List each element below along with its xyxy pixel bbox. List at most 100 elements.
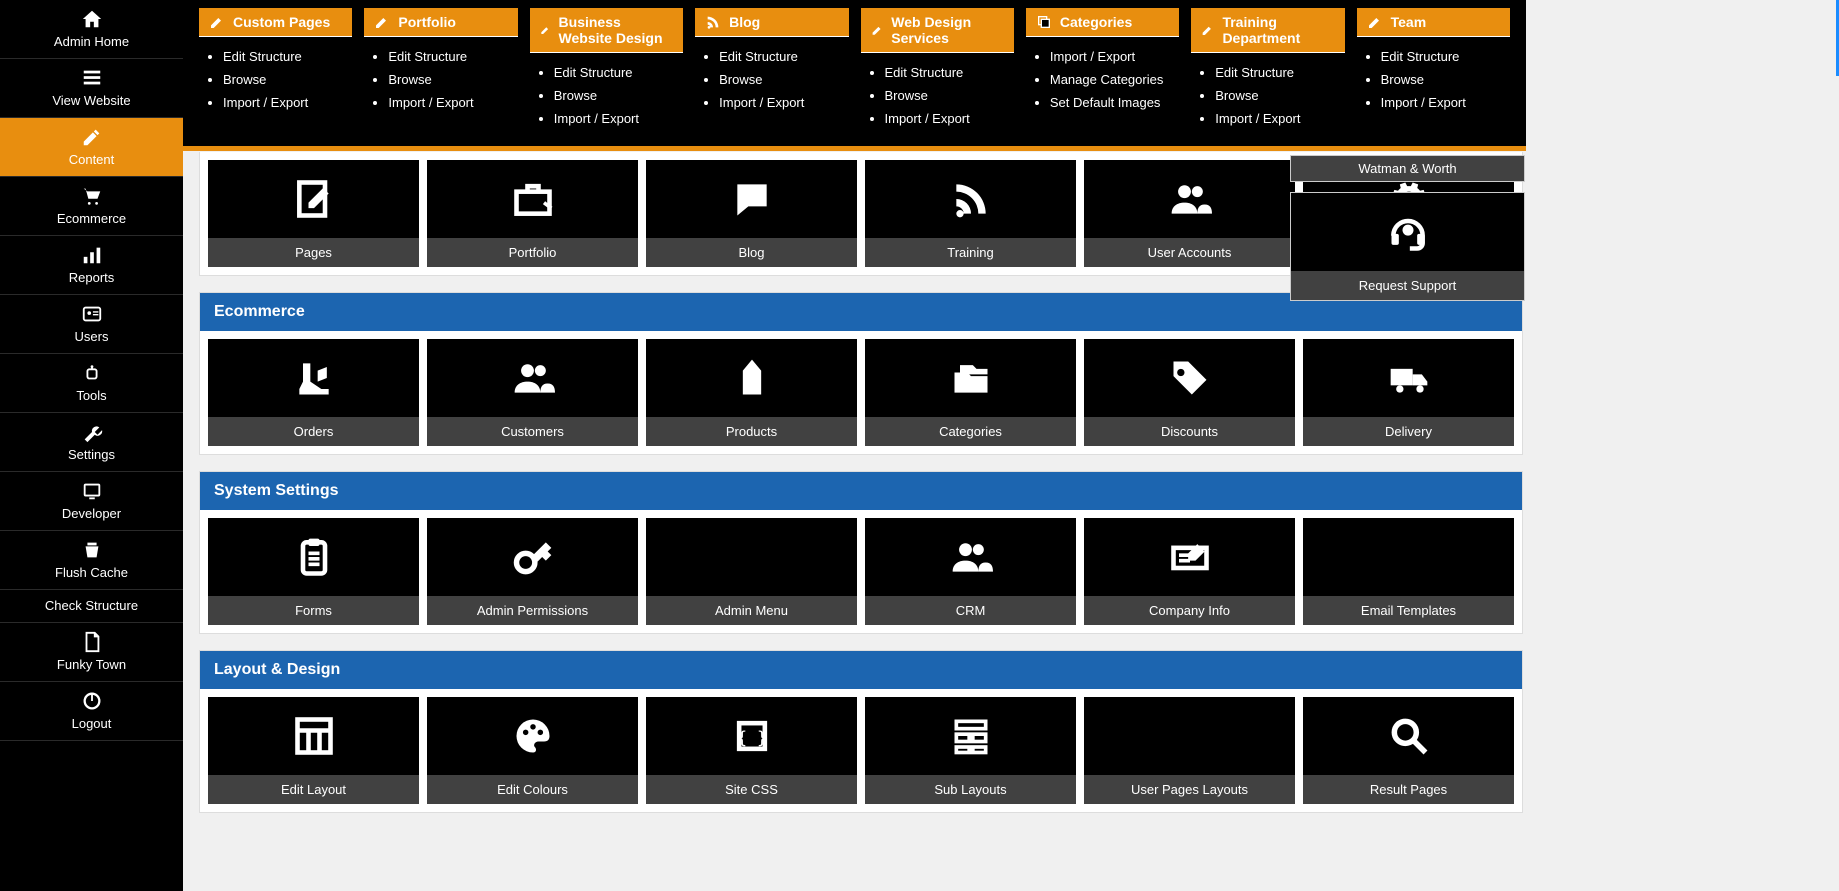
dropdown-link[interactable]: Edit Structure: [885, 61, 1014, 84]
tile-discounts[interactable]: Discounts: [1084, 339, 1295, 446]
tile-label: Discounts: [1084, 417, 1295, 446]
sidebar-item-label: View Website: [52, 93, 130, 108]
tile-label: Training: [865, 238, 1076, 267]
dropdown-link[interactable]: Edit Structure: [719, 45, 848, 68]
tile-email-templates[interactable]: Email Templates: [1303, 518, 1514, 625]
company-card[interactable]: Watman & Worth: [1290, 155, 1525, 182]
sidebar-item-view-website[interactable]: View Website: [0, 59, 183, 118]
dropdown-title: Web Design Services: [891, 14, 1004, 46]
sidebar-item-ecommerce[interactable]: Ecommerce: [0, 177, 183, 236]
dropdown-header[interactable]: Business Website Design: [530, 8, 683, 53]
sidebar-item-admin-home[interactable]: Admin Home: [0, 0, 183, 59]
dropdown-link[interactable]: Import / Export: [554, 107, 683, 130]
users-icon: [427, 339, 638, 417]
tile-portfolio[interactable]: Portfolio: [427, 160, 638, 267]
dropdown-link[interactable]: Import / Export: [223, 91, 352, 114]
dropdown-header[interactable]: Categories: [1026, 8, 1179, 37]
tile-training[interactable]: Training: [865, 160, 1076, 267]
sidebar-item-reports[interactable]: Reports: [0, 236, 183, 295]
dropdown-link[interactable]: Import / Export: [388, 91, 517, 114]
tile-admin-menu[interactable]: Admin Menu: [646, 518, 857, 625]
pencil-icon: [374, 14, 390, 30]
tile-customers[interactable]: Customers: [427, 339, 638, 446]
page-edit-icon: [208, 160, 419, 238]
rss-icon: [705, 14, 721, 30]
dropdown-link[interactable]: Edit Structure: [388, 45, 517, 68]
dropdown-link[interactable]: Browse: [1381, 68, 1510, 91]
user-card-icon: [81, 303, 103, 325]
dropdown-link[interactable]: Import / Export: [885, 107, 1014, 130]
tile-row: FormsAdmin PermissionsAdmin MenuCRM Compa…: [200, 510, 1522, 633]
dropdown-header[interactable]: Portfolio: [364, 8, 517, 37]
tile-label: Company Info: [1084, 596, 1295, 625]
tile-label: Edit Colours: [427, 775, 638, 804]
sidebar-item-content[interactable]: Content: [0, 118, 183, 177]
key-icon: [427, 518, 638, 596]
rss-big-icon: [865, 160, 1076, 238]
dropdown-link[interactable]: Browse: [885, 84, 1014, 107]
tile-admin-permissions[interactable]: Admin Permissions: [427, 518, 638, 625]
tile-user-pages-layouts[interactable]: User Pages Layouts: [1084, 697, 1295, 804]
dropdown-link[interactable]: Edit Structure: [1215, 61, 1344, 84]
tile-user-accounts[interactable]: User Accounts: [1084, 160, 1295, 267]
sidebar-item-settings[interactable]: Settings: [0, 413, 183, 472]
tile-label: Delivery: [1303, 417, 1514, 446]
tile-blog[interactable]: Blog: [646, 160, 857, 267]
dropdown-link[interactable]: Browse: [1215, 84, 1344, 107]
dropdown-title: Portfolio: [398, 14, 456, 30]
tile-categories[interactable]: Categories: [865, 339, 1076, 446]
dropdown-link[interactable]: Browse: [388, 68, 517, 91]
support-card[interactable]: Request Support: [1290, 192, 1525, 301]
sidebar-item-label: Funky Town: [57, 657, 126, 672]
robot-icon: [81, 362, 103, 384]
tile-edit-layout[interactable]: Edit Layout: [208, 697, 419, 804]
dropdown-link[interactable]: Browse: [223, 68, 352, 91]
dropdown-link[interactable]: Manage Categories: [1050, 68, 1179, 91]
sidebar-item-flush-cache[interactable]: Flush Cache: [0, 531, 183, 590]
dropdown-title: Blog: [729, 14, 760, 30]
dropdown-header[interactable]: Web Design Services: [861, 8, 1014, 53]
bag-icon: [646, 339, 857, 417]
sidebar-item-label: Tools: [76, 388, 106, 403]
tile-crm[interactable]: CRM: [865, 518, 1076, 625]
tile-site-css[interactable]: Site CSS: [646, 697, 857, 804]
tile-orders[interactable]: Orders: [208, 339, 419, 446]
tile-company-info[interactable]: Company Info: [1084, 518, 1295, 625]
tile-result-pages[interactable]: Result Pages: [1303, 697, 1514, 804]
dropdown-link[interactable]: Import / Export: [719, 91, 848, 114]
dropdown-title: Team: [1391, 14, 1427, 30]
sidebar-item-logout[interactable]: Logout: [0, 682, 183, 741]
dropdown-link[interactable]: Edit Structure: [1381, 45, 1510, 68]
dropdown-link[interactable]: Set Default Images: [1050, 91, 1179, 114]
dropdown-header[interactable]: Team: [1357, 8, 1510, 37]
tile-label: Blog: [646, 238, 857, 267]
palette-icon: [427, 697, 638, 775]
tile-delivery[interactable]: Delivery: [1303, 339, 1514, 446]
dropdown-link[interactable]: Import / Export: [1215, 107, 1344, 130]
dropdown-training-department: Training Department Edit StructureBrowseI…: [1191, 8, 1344, 138]
blank-icon: [646, 518, 857, 596]
sidebar-item-funky-town[interactable]: Funky Town: [0, 623, 183, 682]
tile-sub-layouts[interactable]: Sub Layouts: [865, 697, 1076, 804]
sidebar-item-label: Content: [69, 152, 115, 167]
dropdown-link[interactable]: Edit Structure: [554, 61, 683, 84]
tile-forms[interactable]: Forms: [208, 518, 419, 625]
dropdown-link[interactable]: Import / Export: [1050, 45, 1179, 68]
dropdown-header[interactable]: Training Department: [1191, 8, 1344, 53]
tile-label: Site CSS: [646, 775, 857, 804]
sidebar-item-check-structure[interactable]: Check Structure: [0, 590, 183, 623]
dropdown-header[interactable]: Blog: [695, 8, 848, 37]
tile-pages[interactable]: Pages: [208, 160, 419, 267]
dropdown-link[interactable]: Browse: [719, 68, 848, 91]
tile-edit-colours[interactable]: Edit Colours: [427, 697, 638, 804]
dropdown-web-design-services: Web Design Services Edit StructureBrowseI…: [861, 8, 1014, 138]
dropdown-link[interactable]: Browse: [554, 84, 683, 107]
sidebar-item-label: Flush Cache: [55, 565, 128, 580]
tile-products[interactable]: Products: [646, 339, 857, 446]
dropdown-link[interactable]: Import / Export: [1381, 91, 1510, 114]
dropdown-header[interactable]: Custom Pages: [199, 8, 352, 37]
sidebar-item-developer[interactable]: Developer: [0, 472, 183, 531]
sidebar-item-tools[interactable]: Tools: [0, 354, 183, 413]
sidebar-item-users[interactable]: Users: [0, 295, 183, 354]
dropdown-link[interactable]: Edit Structure: [223, 45, 352, 68]
